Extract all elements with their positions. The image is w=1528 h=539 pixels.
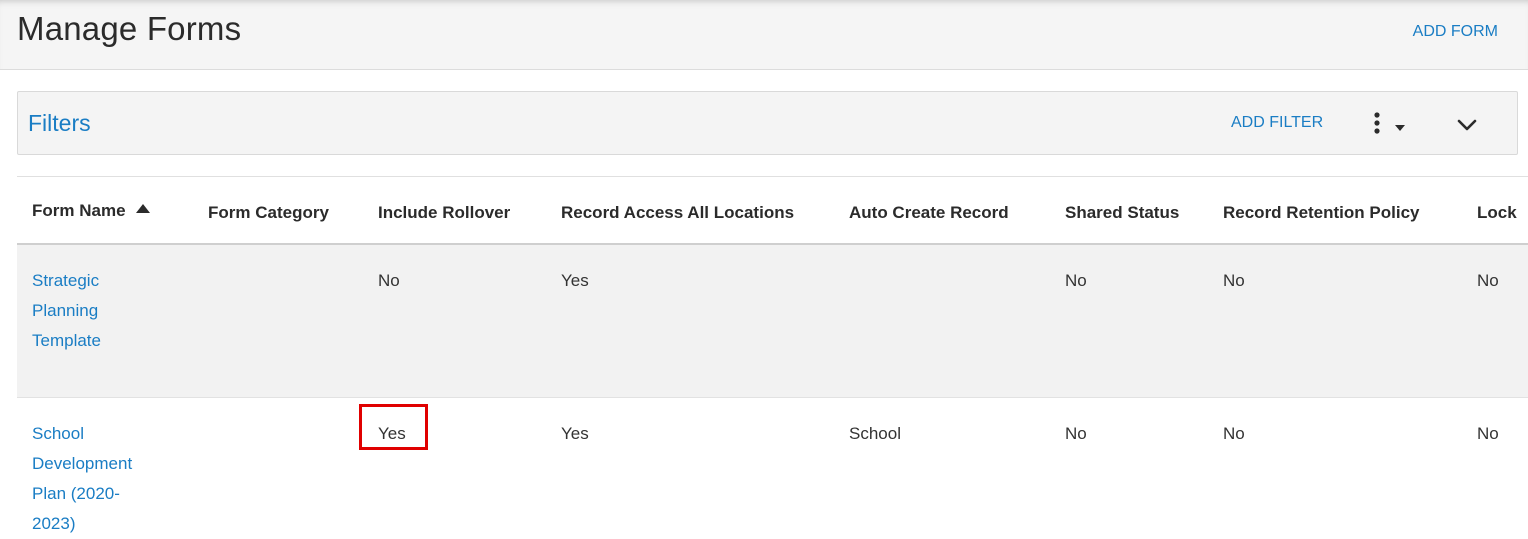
table-row: Strategic Planning Template No Yes No No… xyxy=(17,245,1528,398)
column-header-shared-status[interactable]: Shared Status xyxy=(1065,203,1179,223)
record-access-cell: Yes xyxy=(561,424,589,443)
include-rollover-cell: No xyxy=(378,271,400,290)
table-header-row: Form Name Form Category Include Rollover… xyxy=(17,176,1528,245)
filters-panel: Filters ADD FILTER xyxy=(17,91,1518,155)
column-header-form-category[interactable]: Form Category xyxy=(208,203,329,223)
vertical-ellipsis-dropdown-icon xyxy=(1374,112,1405,134)
include-rollover-cell: Yes xyxy=(378,424,406,443)
add-form-button[interactable]: ADD FORM xyxy=(1413,23,1498,41)
record-retention-cell: No xyxy=(1223,424,1245,443)
add-filter-button[interactable]: ADD FILTER xyxy=(1231,114,1323,132)
lock-cell: No xyxy=(1477,271,1499,290)
shared-status-cell: No xyxy=(1065,424,1087,443)
record-retention-cell: No xyxy=(1223,271,1245,290)
forms-table: Form Name Form Category Include Rollover… xyxy=(17,176,1528,539)
page-header: Manage Forms ADD FORM xyxy=(0,0,1528,70)
column-header-label: Form Name xyxy=(32,201,126,220)
shared-status-cell: No xyxy=(1065,271,1087,290)
collapse-filters-button[interactable] xyxy=(1452,112,1482,138)
page-title: Manage Forms xyxy=(17,10,242,47)
column-header-auto-create-record[interactable]: Auto Create Record xyxy=(849,203,1009,223)
form-name-link[interactable]: School Development Plan (2020-2023) xyxy=(32,419,162,539)
filter-options-menu-button[interactable] xyxy=(1370,110,1414,138)
column-header-record-retention-policy[interactable]: Record Retention Policy xyxy=(1223,203,1419,223)
auto-create-record-cell: School xyxy=(849,424,901,443)
column-header-record-access-all-locations[interactable]: Record Access All Locations xyxy=(561,203,794,223)
column-header-lock[interactable]: Lock xyxy=(1477,203,1517,223)
sort-ascending-icon xyxy=(135,198,150,218)
manage-forms-page: Manage Forms ADD FORM Filters ADD FILTER… xyxy=(0,0,1528,539)
record-access-cell: Yes xyxy=(561,271,589,290)
table-row: School Development Plan (2020-2023) Yes … xyxy=(17,398,1528,539)
column-header-include-rollover[interactable]: Include Rollover xyxy=(378,203,510,223)
chevron-down-icon xyxy=(1457,119,1477,131)
form-name-link[interactable]: Strategic Planning Template xyxy=(32,266,162,356)
lock-cell: No xyxy=(1477,424,1499,443)
filters-title[interactable]: Filters xyxy=(28,110,91,137)
column-header-form-name[interactable]: Form Name xyxy=(32,198,150,221)
